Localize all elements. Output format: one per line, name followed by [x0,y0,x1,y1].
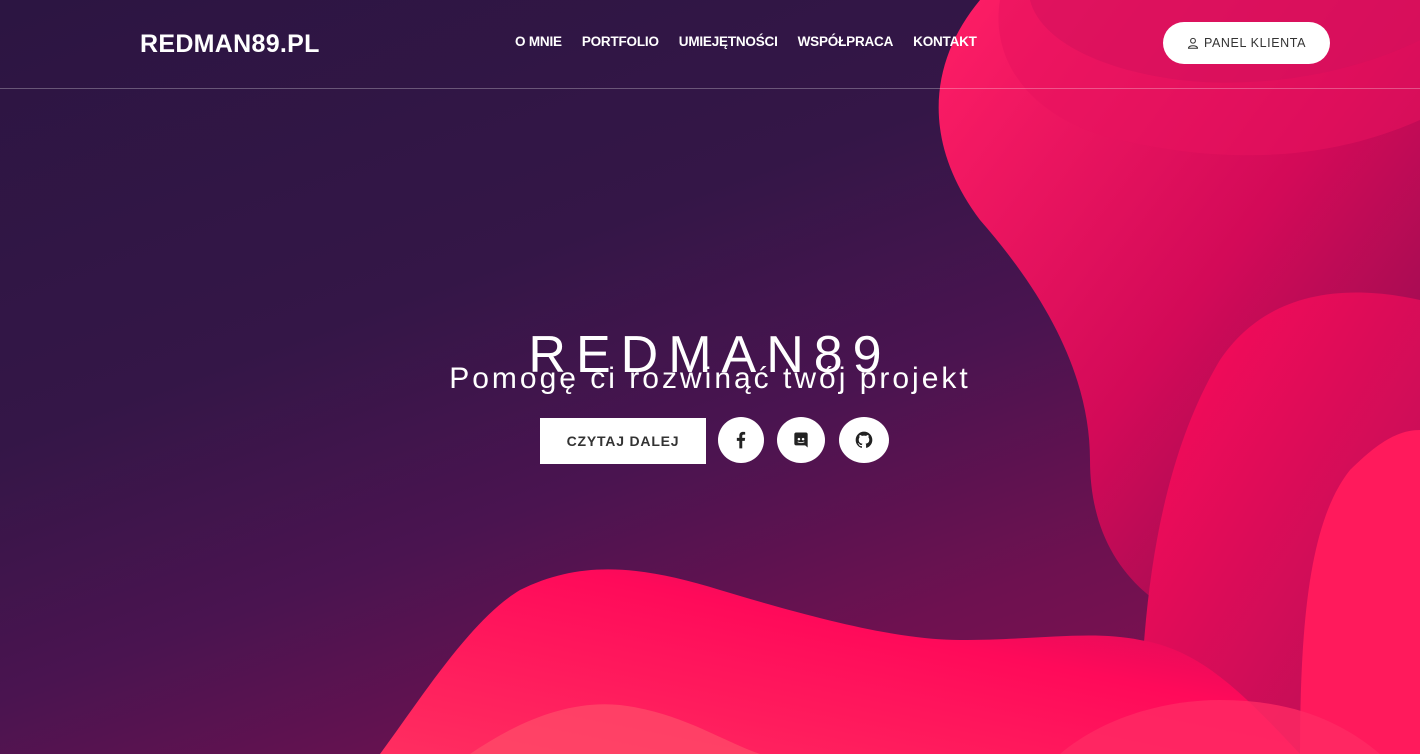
nav-link-o-mnie[interactable]: O MNIE [515,34,562,49]
client-panel-button[interactable]: PANEL KLIENTA [1163,22,1330,64]
nav-link-umiejetnosci[interactable]: UMIEJĘTNOŚCI [679,34,778,49]
github-icon [855,431,873,448]
github-button[interactable] [839,417,889,463]
discord-button[interactable] [777,417,825,463]
main-nav: O MNIE PORTFOLIO UMIEJĘTNOŚCI WSPÓŁPRACA… [515,34,977,49]
nav-link-kontakt[interactable]: KONTAKT [913,34,977,49]
hero-subtitle: Pomogę ci rozwinąć twój projekt [449,362,971,395]
read-more-button[interactable]: CZYTAJ DALEJ [540,418,706,464]
site-logo[interactable]: REDMAN89.PL [140,30,320,59]
site-header: REDMAN89.PL O MNIE PORTFOLIO UMIEJĘTNOŚC… [0,0,1420,89]
user-icon [1187,37,1198,49]
facebook-button[interactable] [718,417,764,463]
discord-icon [794,432,808,448]
nav-link-portfolio[interactable]: PORTFOLIO [582,34,659,49]
nav-link-wspolpraca[interactable]: WSPÓŁPRACA [798,34,894,49]
client-panel-label: PANEL KLIENTA [1203,36,1307,50]
facebook-icon [736,431,746,449]
